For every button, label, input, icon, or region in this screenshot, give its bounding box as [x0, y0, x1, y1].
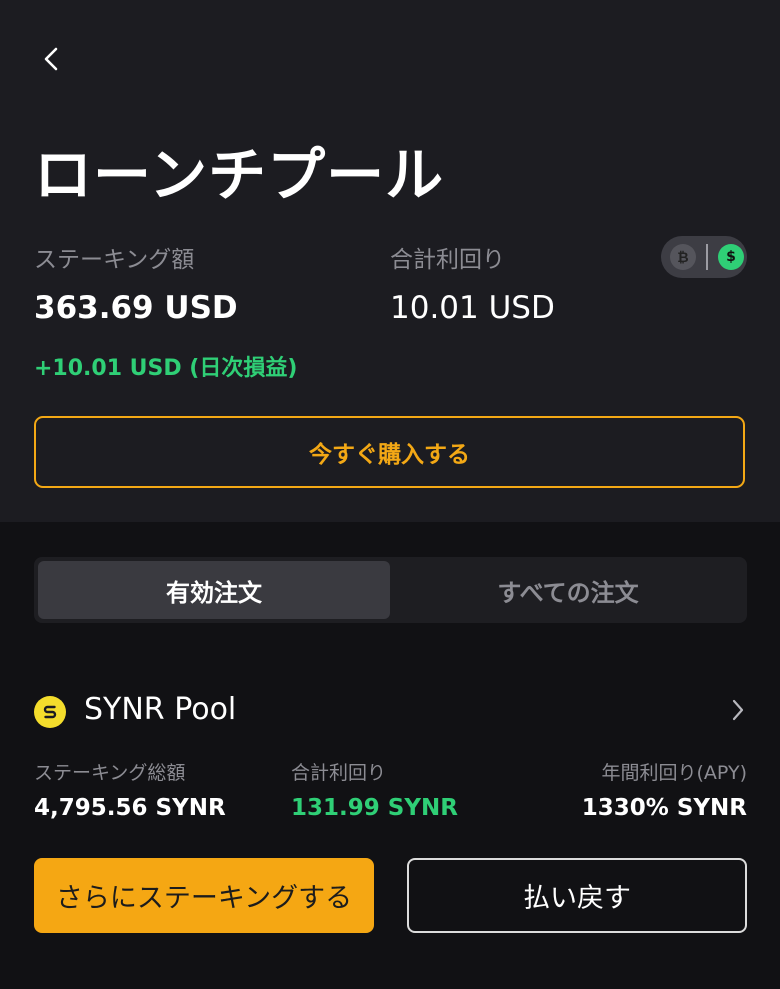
order-tabs: 有効注文 すべての注文: [34, 557, 747, 623]
pool-apy-label: 年間利回り(APY): [601, 762, 747, 784]
stake-more-button[interactable]: さらにステーキングする: [34, 858, 374, 933]
tab-active-orders[interactable]: 有効注文: [38, 561, 390, 619]
total-yield-value: 10.01 USD: [390, 290, 555, 326]
pool-total-staking-value: 4,795.56 SYNR: [34, 795, 226, 821]
pool-total-yield-label: 合計利回り: [291, 762, 387, 784]
pool-apy-value: 1330% SYNR: [581, 795, 747, 821]
pool-header[interactable]: SYNR Pool: [34, 692, 747, 734]
chevron-right-icon: [731, 698, 745, 726]
dollar-icon: $: [718, 244, 744, 270]
page-title: ローンチプール: [34, 141, 445, 209]
currency-toggle[interactable]: ₿ $: [661, 236, 747, 278]
staking-amount-label: ステーキング額: [34, 247, 195, 273]
tab-all-orders[interactable]: すべての注文: [392, 561, 744, 619]
toggle-divider: [706, 244, 708, 270]
redeem-button[interactable]: 払い戻す: [407, 858, 747, 933]
bitcoin-icon: ₿: [670, 244, 696, 270]
pool-name: SYNR Pool: [84, 692, 237, 727]
pool-total-yield-value: 131.99 SYNR: [291, 795, 458, 821]
daily-pnl: +10.01 USD (日次損益): [34, 356, 298, 381]
synr-logo-icon: [34, 696, 66, 728]
buy-now-button[interactable]: 今すぐ購入する: [34, 416, 745, 488]
back-button[interactable]: [36, 42, 66, 76]
pool-total-staking-label: ステーキング総額: [34, 762, 186, 784]
chevron-left-icon: [44, 47, 58, 71]
total-yield-label: 合計利回り: [390, 247, 505, 273]
staking-amount-value: 363.69 USD: [34, 290, 238, 326]
